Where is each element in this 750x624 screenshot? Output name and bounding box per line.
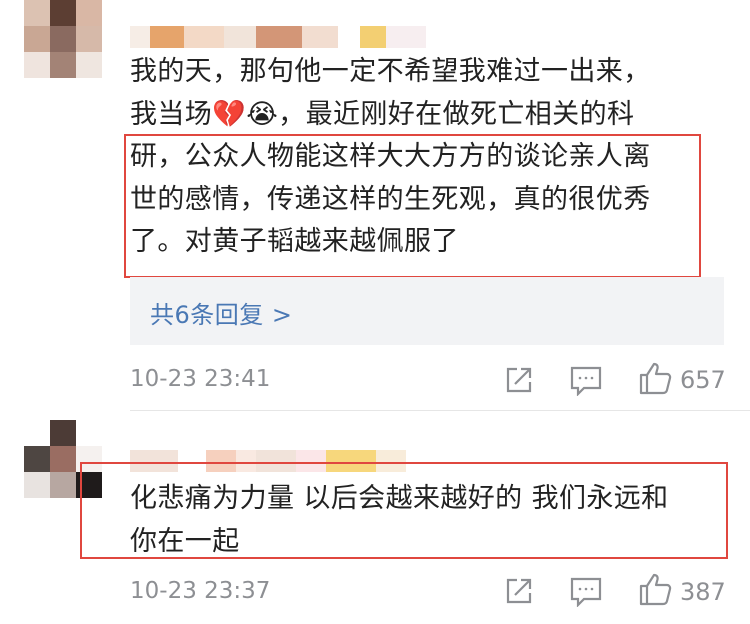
thumbs-up-icon[interactable] [638,572,672,606]
username-blurred[interactable] [130,26,426,48]
avatar[interactable] [24,0,102,78]
timestamp: 10-23 23:41 [130,366,271,392]
comment-icon[interactable] [570,577,602,607]
highlight-box [124,134,701,278]
share-icon[interactable] [505,366,533,394]
timestamp: 10-23 23:37 [130,578,271,604]
share-icon[interactable] [505,577,533,605]
comment-text-line: 我的天，那句他一定不希望我难过一出来， [130,56,651,87]
like-count: 387 [680,578,726,606]
comment-icon[interactable] [570,366,602,396]
view-replies-button[interactable]: 共6条回复 > [130,277,724,345]
comment-text-line: 我当场💔😭，最近刚好在做死亡相关的科 [130,98,635,130]
highlight-box [80,462,728,559]
thumbs-up-icon[interactable] [638,361,672,395]
like-count: 657 [680,366,726,394]
comment-divider [130,410,750,411]
view-replies-label: 共6条回复 > [150,301,293,329]
